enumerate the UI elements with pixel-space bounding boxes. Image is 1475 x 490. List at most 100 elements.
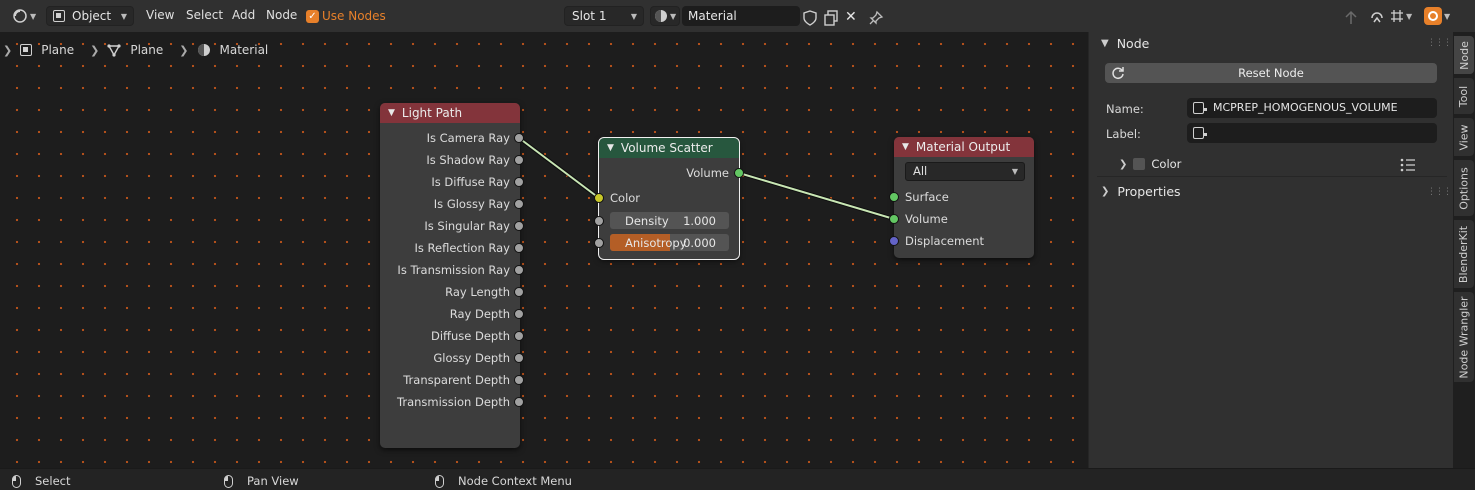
node-section-header[interactable]: ▼ Node: [1101, 36, 1149, 51]
sidebar-tabs: Node Tool View Options BlenderKit Node W…: [1453, 32, 1475, 468]
mouse-right-icon: [435, 474, 444, 488]
socket-ray-length[interactable]: [514, 287, 524, 297]
use-nodes-toggle[interactable]: ✓ Use Nodes: [306, 6, 386, 26]
light-path-node[interactable]: ▼ Light Path Is Camera Ray Is Shadow Ray…: [380, 103, 524, 448]
menu-node[interactable]: Node: [266, 8, 297, 22]
socket-is-singular-ray[interactable]: [514, 221, 524, 231]
menu-add[interactable]: Add: [232, 8, 255, 22]
socket-color-input[interactable]: [594, 193, 604, 203]
tab-options[interactable]: Options: [1454, 160, 1474, 216]
node-label-field[interactable]: [1187, 123, 1437, 143]
tab-node-wrangler[interactable]: Node Wrangler: [1454, 292, 1474, 382]
socket-is-shadow-ray[interactable]: [514, 155, 524, 165]
socket-density-input[interactable]: [594, 216, 604, 226]
input-surface: Surface: [905, 190, 949, 204]
status-context-menu-label: Node Context Menu: [458, 474, 572, 488]
chevron-right-icon: ❯: [1101, 186, 1110, 197]
link-volume-to-volume: [738, 172, 895, 220]
fake-user-shield-icon[interactable]: [802, 8, 818, 28]
tab-blenderkit-label: BlenderKit: [1457, 225, 1471, 283]
chevron-down-icon: ▼: [1011, 167, 1018, 176]
anisotropy-slider[interactable]: Anisotropy 0.000: [610, 234, 729, 251]
input-displacement: Displacement: [905, 234, 985, 248]
socket-glossy-depth[interactable]: [514, 353, 524, 363]
collapse-chevron-icon[interactable]: ▼: [388, 108, 395, 118]
tab-blenderkit[interactable]: BlenderKit: [1454, 220, 1474, 288]
breadcrumb-material: Material: [197, 43, 268, 57]
use-nodes-checkbox[interactable]: ✓: [306, 9, 319, 23]
label-label: Label:: [1106, 127, 1141, 141]
node-name-field[interactable]: MCPREP_HOMOGENOUS_VOLUME: [1187, 98, 1437, 118]
volume-scatter-node[interactable]: ▼ Volume Scatter Volume Color Density 1.…: [594, 137, 744, 260]
breadcrumb-object-label: Plane: [41, 43, 75, 57]
socket-is-reflection-ray[interactable]: [514, 243, 524, 253]
output-transmission-depth: Transmission Depth: [397, 395, 510, 409]
output-is-camera-ray: Is Camera Ray: [426, 131, 510, 145]
menu-select[interactable]: Select: [186, 8, 223, 22]
snap-type-select[interactable]: ▼: [1390, 6, 1420, 26]
volume-scatter-node-header[interactable]: ▼ Volume Scatter: [599, 138, 739, 158]
socket-diffuse-depth[interactable]: [514, 331, 524, 341]
mode-select[interactable]: Object ▼: [46, 6, 134, 26]
pin-icon[interactable]: [868, 8, 884, 28]
output-is-transmission-ray: Is Transmission Ray: [397, 263, 510, 277]
target-select[interactable]: All ▼: [905, 162, 1025, 181]
status-pan-view: Pan View: [224, 474, 299, 488]
socket-is-camera-ray[interactable]: [514, 133, 524, 143]
material-output-node[interactable]: ▼ Material Output All ▼ Surface Volume D…: [889, 137, 1034, 258]
slot-select[interactable]: Slot 1 ▼: [564, 6, 644, 26]
socket-transmission-depth[interactable]: [514, 397, 524, 407]
output-transparent-depth: Transparent Depth: [403, 373, 510, 387]
list-presets-icon[interactable]: [1400, 158, 1416, 172]
slot-label: Slot 1: [572, 9, 607, 23]
tab-tool[interactable]: Tool: [1454, 78, 1474, 114]
tab-node-wrangler-label: Node Wrangler: [1457, 295, 1471, 379]
unlink-close-icon[interactable]: ✕: [845, 7, 857, 27]
browse-material-button[interactable]: ▼: [650, 6, 680, 26]
target-select-value: All: [913, 164, 928, 178]
density-field[interactable]: Density 1.000: [610, 212, 729, 229]
chevron-down-icon: ▼: [630, 11, 637, 21]
object-icon: [53, 10, 65, 22]
mouse-left-icon: [12, 474, 21, 488]
socket-volume-input[interactable]: [889, 214, 899, 224]
tab-view[interactable]: View: [1454, 118, 1474, 156]
light-path-node-title: Light Path: [401, 106, 463, 120]
snap-icon[interactable]: [1369, 8, 1385, 28]
editor-type-button[interactable]: ▼: [8, 6, 42, 26]
name-label: Name:: [1106, 102, 1144, 116]
socket-anisotropy-input[interactable]: [594, 238, 604, 248]
color-checkbox[interactable]: [1133, 158, 1146, 170]
output-volume: Volume: [686, 166, 729, 180]
volume-scatter-node-title: Volume Scatter: [620, 141, 713, 155]
socket-is-transmission-ray[interactable]: [514, 265, 524, 275]
node-editor-canvas[interactable]: ▼ Light Path Is Camera Ray Is Shadow Ray…: [0, 32, 1088, 468]
socket-displacement-input[interactable]: [889, 236, 899, 246]
socket-volume-output[interactable]: [734, 168, 744, 178]
reset-node-button[interactable]: Reset Node: [1105, 63, 1437, 83]
material-output-node-header[interactable]: ▼ Material Output: [894, 137, 1034, 157]
anisotropy-value: 0.000: [683, 236, 716, 250]
output-ray-depth: Ray Depth: [449, 307, 510, 321]
socket-surface-input[interactable]: [889, 192, 899, 202]
color-subpanel-header[interactable]: ❯ Color: [1119, 157, 1181, 171]
tab-node[interactable]: Node: [1454, 36, 1474, 74]
node-name-value: MCPREP_HOMOGENOUS_VOLUME: [1213, 101, 1398, 114]
socket-transparent-depth[interactable]: [514, 375, 524, 385]
output-is-shadow-ray: Is Shadow Ray: [426, 153, 510, 167]
material-name-field[interactable]: Material: [682, 6, 800, 26]
collapse-chevron-icon[interactable]: ▼: [902, 142, 909, 152]
properties-section-header[interactable]: ❯ Properties: [1101, 184, 1181, 199]
socket-is-glossy-ray[interactable]: [514, 199, 524, 209]
light-path-node-header[interactable]: ▼ Light Path: [380, 103, 520, 123]
duplicate-icon[interactable]: [823, 8, 839, 28]
socket-is-diffuse-ray[interactable]: [514, 177, 524, 187]
menu-view[interactable]: View: [146, 8, 174, 22]
node-icon: [1193, 127, 1207, 139]
reset-node-label: Reset Node: [1238, 66, 1304, 80]
overlay-toggle[interactable]: ▼: [1424, 6, 1456, 26]
parent-node-tree-icon[interactable]: [1343, 8, 1359, 28]
mouse-middle-icon: [224, 474, 233, 488]
socket-ray-depth[interactable]: [514, 309, 524, 319]
collapse-chevron-icon[interactable]: ▼: [607, 143, 614, 153]
